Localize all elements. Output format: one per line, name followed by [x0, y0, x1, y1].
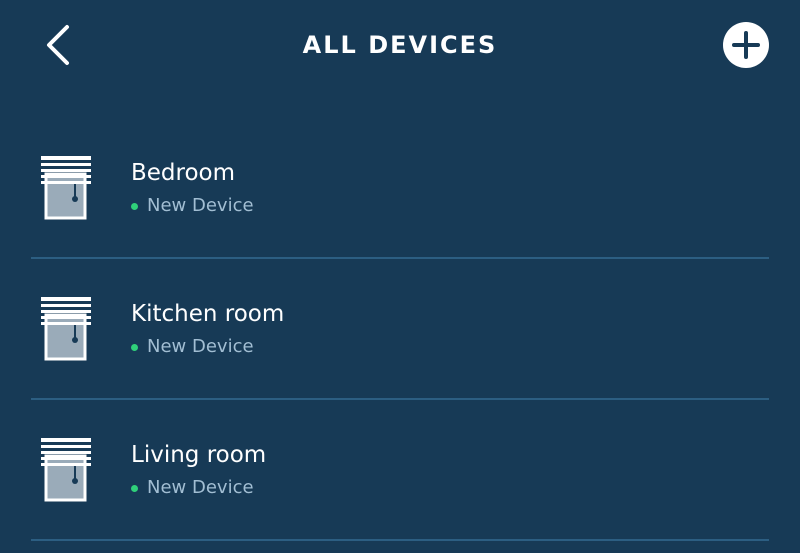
device-name: Living room — [131, 442, 267, 468]
divider — [31, 539, 769, 541]
device-status: New Device — [131, 476, 254, 500]
status-text: New Device — [147, 195, 254, 216]
window-blinds-icon — [39, 436, 93, 504]
page-title: ALL DEVICES — [302, 31, 498, 59]
status-dot-icon — [131, 344, 138, 351]
device-status: New Device — [131, 194, 254, 218]
device-status: New Device — [131, 335, 254, 359]
device-row-living-room[interactable]: Living room New Device — [0, 400, 800, 541]
window-blinds-icon — [39, 295, 93, 363]
device-list: Bedroom New Device Kitchen room New Devi… — [0, 118, 800, 541]
status-dot-icon — [131, 203, 138, 210]
header: ALL DEVICES — [0, 0, 800, 92]
plus-circle-icon — [723, 22, 769, 68]
status-text: New Device — [147, 336, 254, 357]
device-row-kitchen-room[interactable]: Kitchen room New Device — [0, 259, 800, 400]
status-text: New Device — [147, 477, 254, 498]
status-dot-icon — [131, 485, 138, 492]
device-name: Kitchen room — [131, 301, 285, 327]
device-name: Bedroom — [131, 160, 236, 186]
device-row-bedroom[interactable]: Bedroom New Device — [0, 118, 800, 259]
window-blinds-icon — [39, 154, 93, 222]
add-device-button[interactable] — [723, 22, 769, 68]
